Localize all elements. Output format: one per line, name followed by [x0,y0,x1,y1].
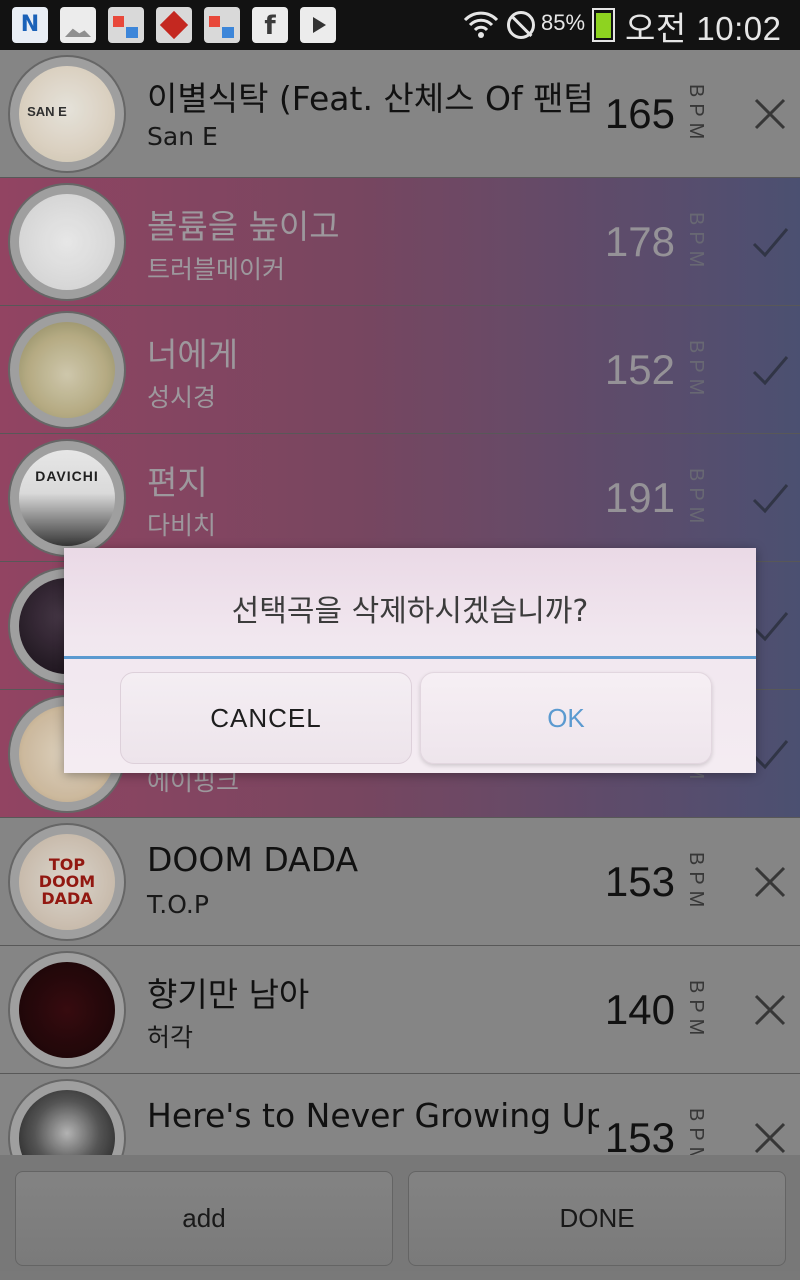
battery-icon [592,8,615,42]
dialog-divider [64,656,756,659]
battery-percent: 85% [541,10,586,35]
ok-button[interactable]: OK [420,672,712,764]
clock: 오전 10:02 [625,10,782,47]
play-store-icon [300,7,336,43]
status-bar: N f 85% 오전 10:02 [0,0,800,50]
store-icon [108,7,144,43]
store-icon [204,7,240,43]
wifi-icon [463,11,499,38]
gallery-icon [60,7,96,43]
naver-icon: N [12,7,48,43]
cancel-button[interactable]: CANCEL [120,672,412,764]
delete-confirm-dialog: 선택곡을 삭제하시겠습니까? CANCEL OK [64,548,756,773]
dialog-message: 선택곡을 삭제하시겠습니까? [231,594,589,629]
red-app-icon [156,7,192,43]
no-entry-icon [507,11,535,39]
facebook-icon: f [252,7,288,43]
